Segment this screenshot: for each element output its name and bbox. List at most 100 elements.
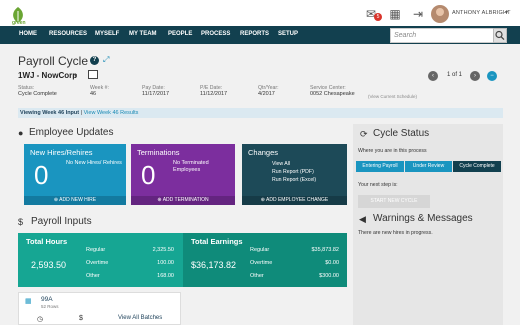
hours-regular-value: 2,325.50 xyxy=(152,247,174,253)
search-icon xyxy=(495,30,505,41)
nav-myself[interactable]: MYSELF xyxy=(95,31,119,37)
earnings-regular-label: Regular xyxy=(250,247,270,253)
chevron-down-icon[interactable]: ▾ xyxy=(505,9,508,16)
nav-process[interactable]: PROCESS xyxy=(201,31,230,37)
terminations-count: 0 xyxy=(141,160,156,190)
hours-regular-label: Regular xyxy=(86,247,106,253)
avatar[interactable] xyxy=(431,5,449,23)
dollar-icon: $ xyxy=(79,315,83,322)
cycle-status-panel xyxy=(353,124,503,325)
earnings-regular-value: $35,873.82 xyxy=(311,247,339,253)
add-employee-change-label: ADD EMPLOYEE CHANGE xyxy=(266,197,329,203)
nav-people[interactable]: PEOPLE xyxy=(168,31,192,37)
earnings-overtime-value: $0.00 xyxy=(325,260,339,266)
pager: 1 of 1 xyxy=(447,72,463,78)
batch-id: 99A xyxy=(41,296,53,303)
cycle-intro: Where you are in this process xyxy=(358,148,427,154)
view-all-batches-link[interactable]: View All Batches xyxy=(118,315,162,321)
grid-icon: ▦ xyxy=(25,298,32,305)
earnings-overtime-label: Overtime xyxy=(250,260,273,266)
view-results-link[interactable]: View Week 46 Results xyxy=(84,110,139,116)
nav-resources[interactable]: RESOURCES xyxy=(49,31,87,37)
company-selector[interactable]: 1WJ - NowCorp xyxy=(18,71,77,80)
prev-icon[interactable]: ‹ xyxy=(428,71,438,81)
employee-updates-title: Employee Updates xyxy=(29,127,114,138)
earnings-other-label: Other xyxy=(250,273,264,279)
pay-date-value: 11/17/2017 xyxy=(142,91,170,97)
logout-icon[interactable]: ⇥ xyxy=(411,7,425,21)
nav-reports[interactable]: REPORTS xyxy=(240,31,269,37)
changes-card: Changes View All Run Report (PDF) Run Re… xyxy=(242,144,347,205)
total-earnings-card: Total Earnings $36,173.82 Regular $35,87… xyxy=(183,233,347,287)
cycle-status-title: Cycle Status xyxy=(373,128,430,139)
person-icon: ● xyxy=(18,128,24,138)
viewing-text: Week 46 Input xyxy=(42,110,80,116)
nav-setup[interactable]: SETUP xyxy=(278,31,298,37)
total-earnings-title: Total Earnings xyxy=(191,237,243,246)
hours-other-value: 168.00 xyxy=(157,273,174,279)
earnings-other-value: $300.00 xyxy=(319,273,339,279)
new-hires-note: No New Hires/ Rehires xyxy=(66,160,122,166)
megaphone-icon: ◀ xyxy=(359,214,366,224)
step-entering-payroll: Entering Payroll xyxy=(356,161,404,172)
view-schedule-link[interactable]: (View Current Schedule) xyxy=(368,94,417,99)
view-all-link[interactable]: View All xyxy=(272,161,290,167)
payroll-inputs-title: Payroll Inputs xyxy=(31,216,92,227)
user-name[interactable]: ANTHONY ALBRIGHT xyxy=(452,10,511,16)
notification-badge: 5 xyxy=(374,13,382,21)
hours-overtime-value: 100.00 xyxy=(157,260,174,266)
terminations-title: Terminations xyxy=(137,148,180,157)
expand-icon[interactable]: ⤢ xyxy=(103,55,109,65)
calendar-icon[interactable] xyxy=(88,70,98,79)
step-cycle-complete: Cycle Complete xyxy=(453,161,501,172)
new-hires-card: New Hires/Rehires 0 No New Hires/ Rehire… xyxy=(24,144,126,205)
hours-other-label: Other xyxy=(86,273,100,279)
calendar-icon[interactable]: ▦ xyxy=(388,7,402,21)
separator: | xyxy=(80,110,83,116)
new-hires-count: 0 xyxy=(34,160,49,190)
payroll-icon: $ xyxy=(18,217,24,227)
step-under-review: Under Review xyxy=(405,161,452,172)
batch-rows: 52 Rows xyxy=(41,304,59,309)
search-input[interactable]: Search xyxy=(390,28,506,43)
pe-date-value: 11/12/2017 xyxy=(200,91,228,97)
terminations-card: Terminations 0 No Terminated Employees ⊕… xyxy=(131,144,235,205)
run-report-excel-link[interactable]: Run Report (Excel) xyxy=(272,177,316,183)
clock-icon: ◷ xyxy=(37,316,44,323)
viewing-bar: Viewing Week 46 Input | View Week 46 Res… xyxy=(18,108,503,118)
total-hours-card: Total Hours 2,593.50 Regular 2,325.50 Ov… xyxy=(18,233,183,287)
run-report-pdf-link[interactable]: Run Report (PDF) xyxy=(272,169,314,175)
hours-overtime-label: Overtime xyxy=(86,260,109,266)
service-center-value: 0052 Chesapeake xyxy=(310,91,355,97)
add-new-hire-label: ADD NEW HIRE xyxy=(59,197,97,203)
batch-card[interactable]: ▦ 99A 52 Rows ◷ $ View All Batches xyxy=(18,292,181,325)
next-step-label: Your next step is: xyxy=(358,182,398,188)
page-title: Payroll Cycle xyxy=(18,54,89,68)
new-hires-title: New Hires/Rehires xyxy=(30,148,93,157)
start-new-cycle-button[interactable]: START NEW CYCLE xyxy=(358,195,430,208)
viewing-label: Viewing xyxy=(20,110,41,116)
total-hours-title: Total Hours xyxy=(26,237,68,246)
add-termination-button[interactable]: ⊕ ADD TERMINATION xyxy=(131,196,235,205)
terminations-note: No Terminated Employees xyxy=(173,160,209,173)
help-icon[interactable]: ? xyxy=(90,56,99,65)
next-icon[interactable]: › xyxy=(470,71,480,81)
chevron-down-icon[interactable]: ▾ xyxy=(74,72,77,79)
total-hours-value: 2,593.50 xyxy=(31,260,67,270)
nav-home[interactable]: HOME xyxy=(19,31,37,37)
status-value: Cycle Complete xyxy=(18,91,57,97)
warnings-title: Warnings & Messages xyxy=(373,213,473,224)
search-button[interactable] xyxy=(493,28,507,43)
qtr-year-value: 4/2017 xyxy=(258,91,275,97)
main-content: Payroll Cycle ? ⤢ 1WJ - NowCorp ▾ Status… xyxy=(0,44,520,325)
nav-my-team[interactable]: MY TEAM xyxy=(129,31,157,37)
add-termination-label: ADD TERMINATION xyxy=(162,197,209,203)
add-employee-change-button[interactable]: ⊕ ADD EMPLOYEE CHANGE xyxy=(242,196,347,205)
week-value: 46 xyxy=(90,91,97,97)
changes-title: Changes xyxy=(248,148,279,157)
collapse-icon[interactable]: − xyxy=(487,71,497,81)
refresh-icon: ⟳ xyxy=(360,129,368,139)
total-earnings-value: $36,173.82 xyxy=(191,260,237,270)
warning-message: There are new hires in progress. xyxy=(358,230,433,236)
add-new-hire-button[interactable]: ⊕ ADD NEW HIRE xyxy=(24,196,126,205)
